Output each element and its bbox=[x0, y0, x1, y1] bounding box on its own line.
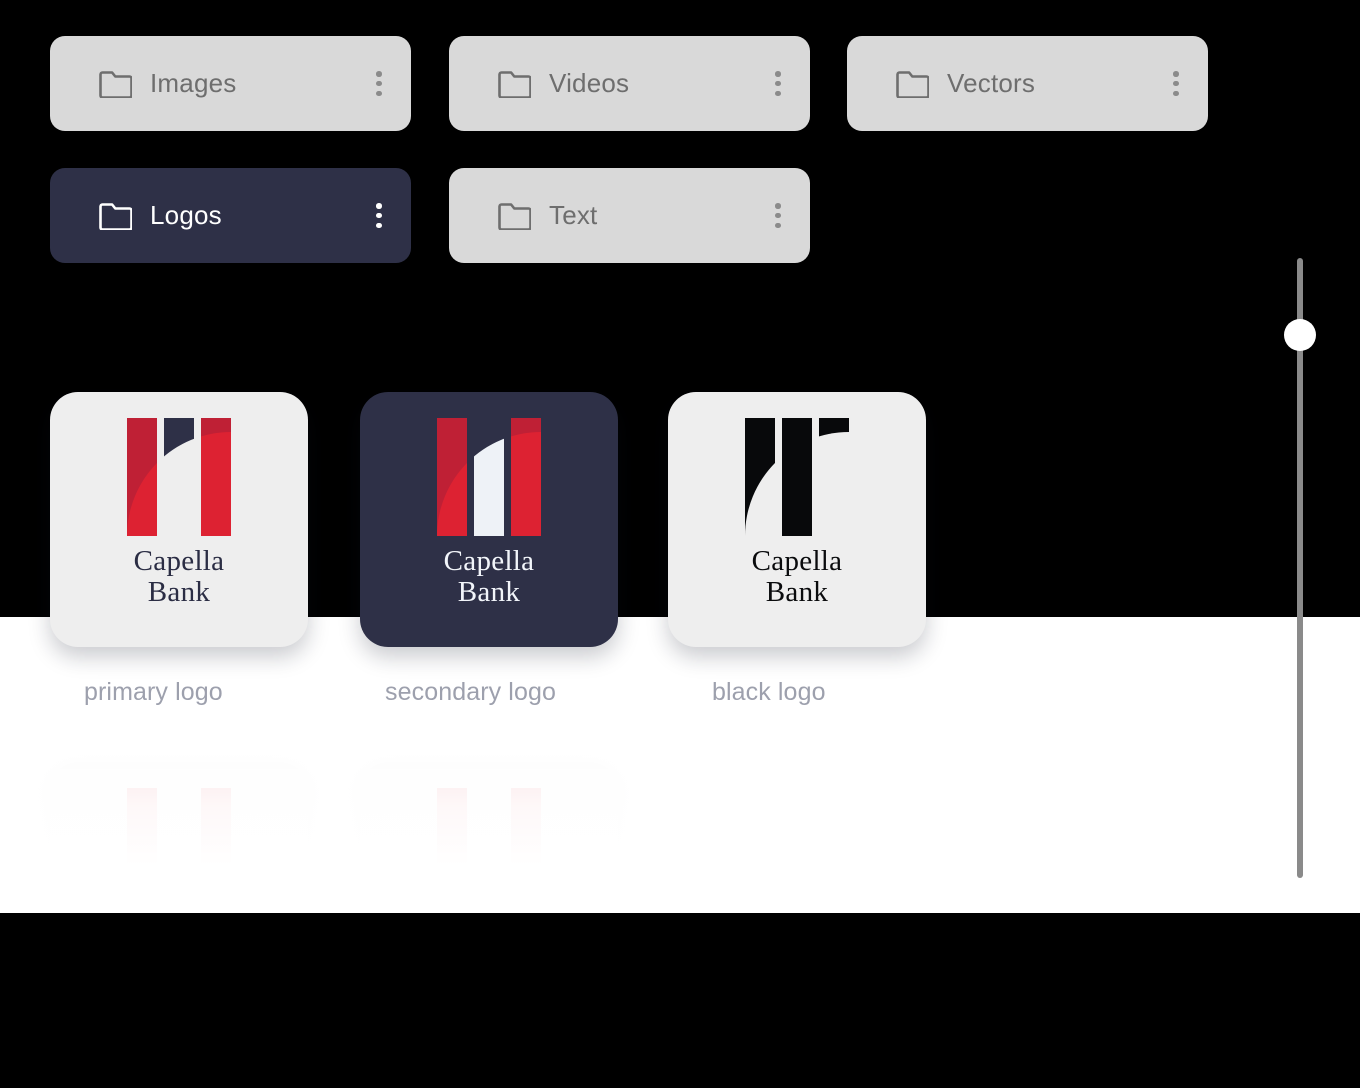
capella-bank-logo-mark bbox=[127, 418, 231, 536]
scrollbar-track[interactable] bbox=[1297, 258, 1303, 878]
capella-bank-logo-mark bbox=[127, 788, 231, 906]
folder-icon bbox=[99, 70, 132, 98]
folder-icon bbox=[498, 70, 531, 98]
asset-card-secondary-logo[interactable]: Capella Bank bbox=[360, 392, 618, 647]
wordmark: Capella Bank bbox=[444, 546, 535, 607]
folder-chip-label: Videos bbox=[549, 68, 630, 98]
capella-bank-logo-mark bbox=[745, 418, 849, 536]
vertical-scrollbar[interactable] bbox=[1284, 258, 1316, 878]
wordmark-line-2: Bank bbox=[147, 575, 211, 608]
folder-chip-bar: Images Videos Vectors Logos Text bbox=[0, 0, 1360, 300]
folder-chip-label: Vectors bbox=[947, 68, 1036, 98]
folder-chip-logos[interactable]: Logos bbox=[50, 168, 411, 263]
wordmark-line-2: Bank bbox=[765, 575, 829, 608]
wordmark-line-2: Bank bbox=[457, 575, 521, 608]
folder-chip-text[interactable]: Text bbox=[449, 168, 810, 263]
wordmark-line-1: Capella bbox=[751, 545, 843, 577]
wordmark: Capella Bank bbox=[134, 546, 225, 607]
folder-chip-label: Images bbox=[150, 68, 237, 98]
wordmark-line-1: Capella bbox=[443, 545, 535, 577]
viewport-bottom-mask bbox=[0, 913, 1360, 1088]
asset-card-black-logo[interactable]: Capella Bank bbox=[668, 392, 926, 647]
folder-icon bbox=[896, 70, 929, 98]
folder-chip-images[interactable]: Images bbox=[50, 36, 411, 131]
kebab-menu-icon[interactable] bbox=[369, 203, 389, 228]
capella-bank-logo-mark bbox=[437, 418, 541, 536]
kebab-menu-icon[interactable] bbox=[1166, 71, 1186, 96]
kebab-menu-icon[interactable] bbox=[768, 203, 788, 228]
kebab-menu-icon[interactable] bbox=[768, 71, 788, 96]
folder-chip-videos[interactable]: Videos bbox=[449, 36, 810, 131]
folder-icon bbox=[99, 202, 132, 230]
folder-icon bbox=[498, 202, 531, 230]
folder-chip-vectors[interactable]: Vectors bbox=[847, 36, 1208, 131]
wordmark-line-1: Capella bbox=[133, 545, 225, 577]
folder-chip-label: Logos bbox=[150, 200, 222, 230]
asset-card-primary-logo[interactable]: Capella Bank bbox=[50, 392, 308, 647]
folder-chip-label: Text bbox=[549, 200, 598, 230]
wordmark: Capella Bank bbox=[752, 546, 843, 607]
slider-thumb-handle[interactable] bbox=[1284, 319, 1316, 351]
capella-bank-logo-mark bbox=[437, 788, 541, 906]
kebab-menu-icon[interactable] bbox=[369, 71, 389, 96]
